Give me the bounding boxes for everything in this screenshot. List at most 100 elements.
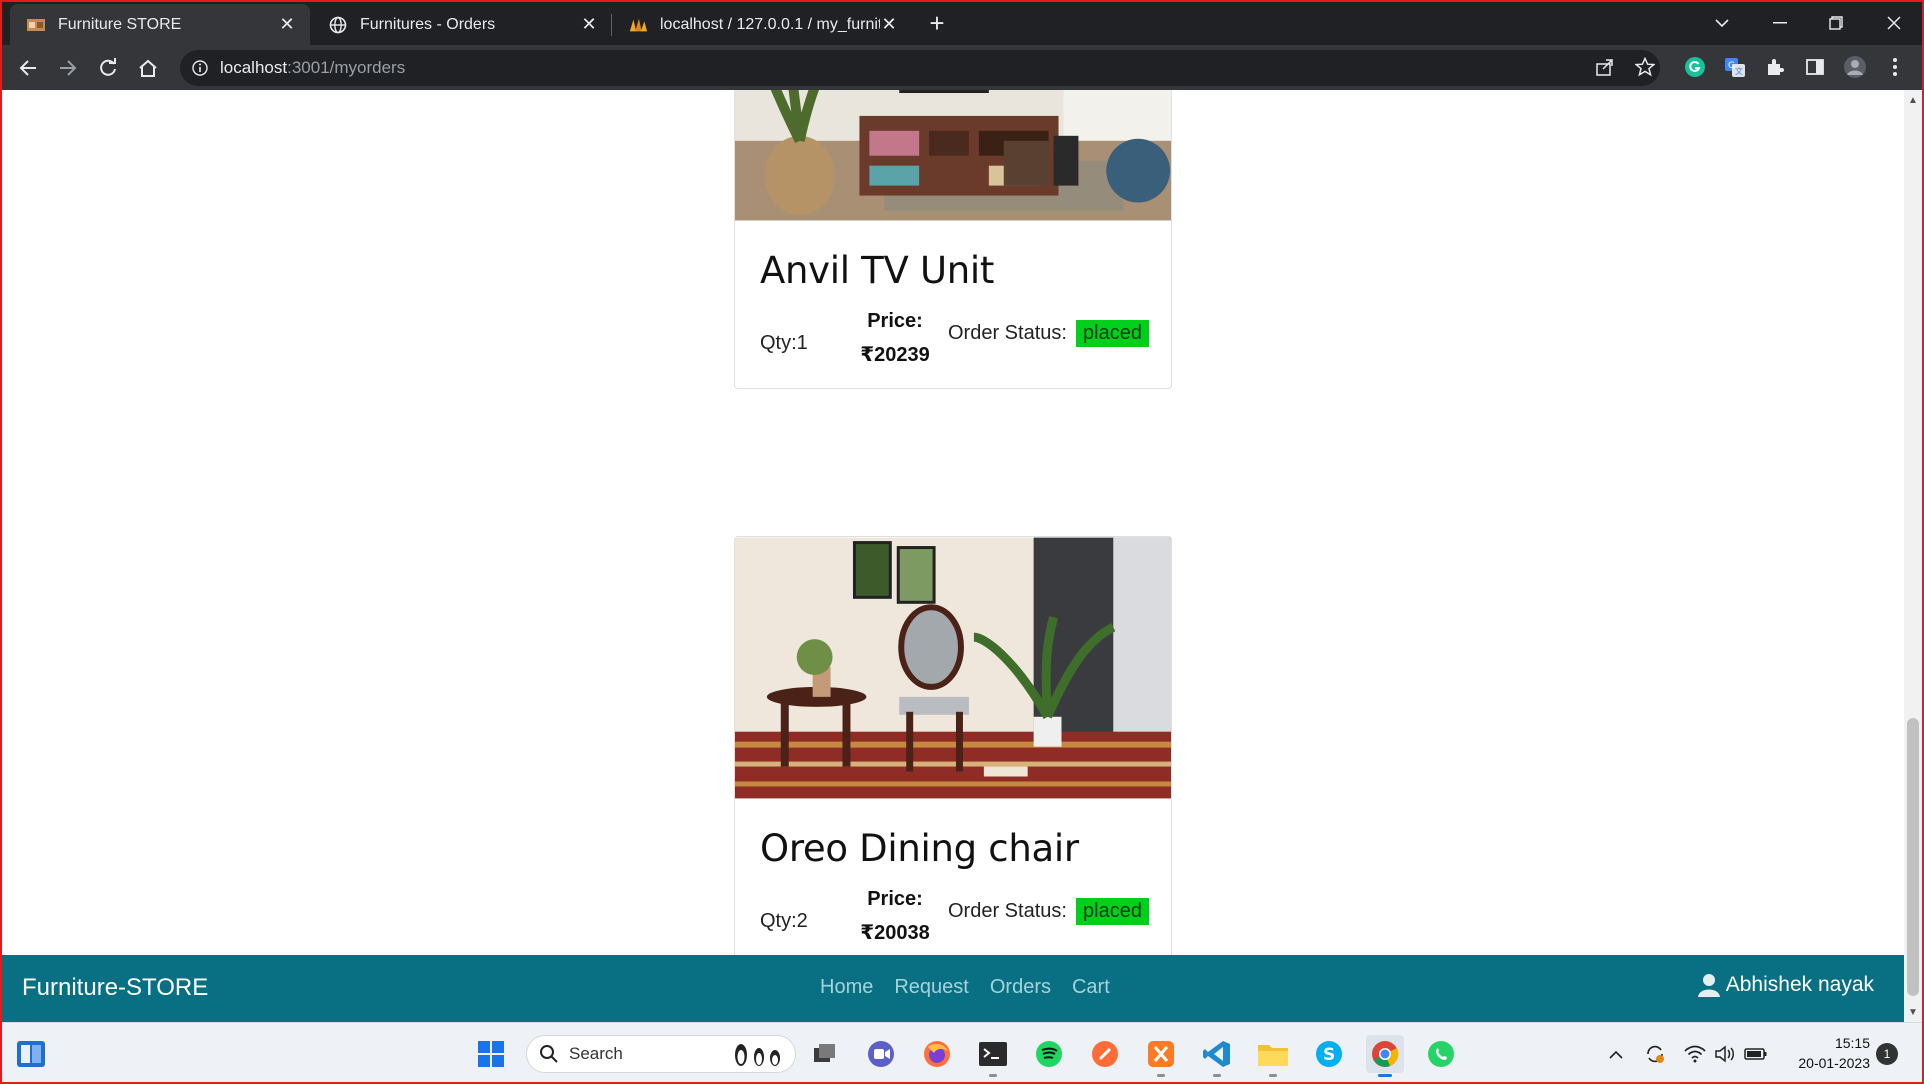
close-window-icon[interactable] [1866,0,1922,45]
svg-text:文: 文 [1735,66,1743,76]
vscode-icon[interactable] [1198,1035,1236,1077]
user-menu[interactable]: Abhishek nayak [1697,973,1874,997]
order-status-label: Order Status: [948,322,1067,344]
order-status-label: Order Status: [948,900,1067,922]
start-windows-icon[interactable] [472,1035,510,1073]
nav-links: Home Request Orders Cart [820,976,1110,999]
search-icon [540,1045,558,1063]
windows-taskbar: Search S 15:15 20-01-2023 1 [0,1022,1924,1084]
scroll-up-arrow-icon[interactable]: ▲ [1904,92,1922,108]
system-clock[interactable]: 15:15 20-01-2023 [1780,1033,1870,1073]
running-indicator [1213,1074,1221,1077]
sync-icon[interactable] [1642,1039,1668,1069]
app-navbar: Furniture-STORE Home Request Orders Cart… [2,955,1904,1022]
translate-extension-icon[interactable]: G文 [1720,52,1750,82]
xampp-icon[interactable] [1142,1035,1180,1077]
site-info-icon[interactable] [190,58,210,78]
order-qty: Qty:1 [760,332,808,354]
volume-icon[interactable] [1712,1039,1738,1069]
scroll-down-arrow-icon[interactable]: ▼ [1904,1004,1922,1020]
restore-window-icon[interactable] [1808,0,1864,45]
notification-badge[interactable]: 1 [1876,1043,1898,1065]
store-favicon-icon [26,15,46,35]
scrollbar-thumb[interactable] [1907,718,1919,996]
url-host: localhost [220,58,288,77]
running-indicator [1378,1074,1392,1077]
tab-title: Furnitures - Orders [360,15,496,33]
browser-menu-icon[interactable] [1880,52,1910,82]
task-view-icon[interactable] [806,1035,844,1073]
price-value: ₹20239 [860,344,930,366]
new-tab-button[interactable]: + [922,8,952,38]
firefox-icon[interactable] [918,1035,956,1073]
battery-icon[interactable] [1742,1039,1770,1069]
url-path: :3001/myorders [287,58,406,77]
bookmark-star-icon[interactable] [1630,52,1660,82]
nav-link-cart[interactable]: Cart [1072,976,1110,999]
svg-text:S: S [1323,1045,1335,1065]
nav-link-home[interactable]: Home [820,976,873,999]
tab-search-chevron-icon[interactable] [1694,0,1750,45]
penguins-illustration-icon [735,1044,780,1066]
close-tab-icon[interactable]: ✕ [278,14,296,34]
order-meta: Qty:2 Price: ₹20038 Order Status: placed [760,870,1149,966]
phpmyadmin-icon [628,15,648,35]
back-arrow-icon[interactable] [12,52,44,84]
price-label: Price: [867,888,923,910]
minimize-window-icon[interactable] [1752,0,1808,45]
nav-link-orders[interactable]: Orders [990,976,1051,999]
user-icon [1697,974,1720,997]
brand-link[interactable]: Furniture-STORE [22,974,208,1002]
profile-avatar-icon[interactable] [1840,52,1870,82]
order-qty: Qty:2 [760,910,808,932]
running-indicator [1269,1074,1277,1077]
search-label: Search [569,1044,623,1063]
extensions-puzzle-icon[interactable] [1760,52,1790,82]
terminal-icon[interactable] [974,1035,1012,1077]
order-product-name: Anvil TV Unit [760,249,995,292]
home-icon[interactable] [132,52,164,84]
postman-icon[interactable] [1086,1035,1124,1073]
grammarly-extension-icon[interactable] [1680,52,1710,82]
taskbar-search[interactable]: Search [526,1035,796,1073]
order-price: Price: ₹20239 [840,304,950,372]
svg-text:G: G [1728,61,1735,71]
show-hidden-icons-chevron-icon[interactable] [1604,1039,1628,1069]
reload-icon[interactable] [92,52,124,84]
order-price: Price: ₹20038 [840,882,950,950]
browser-tab-strip: Furniture STORE ✕ Furnitures - Orders ✕ … [0,0,1924,45]
forward-arrow-icon[interactable] [52,52,84,84]
share-icon[interactable] [1590,52,1620,82]
order-product-name: Oreo Dining chair [760,827,1079,870]
tab-title: Furniture STORE [58,15,182,33]
running-indicator [989,1074,997,1077]
page-scrollbar[interactable]: ▲ ▼ [1904,90,1922,1022]
order-card: Anvil TV Unit Qty:1 Price: ₹20239 Order … [734,90,1172,389]
tab-title: localhost / 127.0.0.1 / my_furnitu [660,15,880,33]
teams-meet-icon[interactable] [862,1035,900,1073]
chrome-icon[interactable] [1366,1035,1404,1077]
price-value: ₹20038 [860,922,930,944]
tab-furniture-store[interactable]: Furniture STORE ✕ [10,4,310,45]
clock-time: 15:15 [1834,1035,1870,1051]
spotify-icon[interactable] [1030,1035,1068,1073]
side-panel-icon[interactable] [1800,52,1830,82]
user-name: Abhishek nayak [1725,973,1874,996]
address-bar[interactable]: localhost:3001/myorders [180,50,1660,86]
order-meta: Qty:1 Price: ₹20239 Order Status: placed [760,292,1149,388]
widgets-icon[interactable] [12,1035,50,1073]
dining-chair-photo [735,537,1171,799]
globe-icon [328,15,348,35]
skype-icon[interactable]: S [1310,1035,1348,1073]
tab-furnitures-orders[interactable]: Furnitures - Orders ✕ [312,4,612,45]
whatsapp-icon[interactable] [1422,1035,1460,1073]
running-indicator [1157,1074,1165,1077]
tab-phpmyadmin[interactable]: localhost / 127.0.0.1 / my_furnitu ✕ [612,4,912,45]
file-explorer-icon[interactable] [1254,1035,1292,1077]
nav-link-request[interactable]: Request [894,976,969,999]
order-card: Oreo Dining chair Qty:2 Price: ₹20038 Or… [734,536,1172,967]
wifi-icon[interactable] [1682,1039,1708,1069]
close-tab-icon[interactable]: ✕ [880,14,898,34]
close-tab-icon[interactable]: ✕ [580,14,598,34]
order-status-badge: placed [1076,320,1149,347]
